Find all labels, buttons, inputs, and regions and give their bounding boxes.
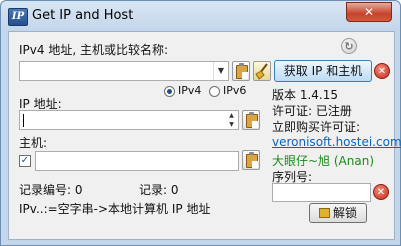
host-checkbox[interactable]: ✓ bbox=[19, 155, 31, 167]
hint-text: IPv..:=空字串->本地计算机 IP 地址 bbox=[19, 202, 211, 216]
unlock-button[interactable]: 解锁 bbox=[309, 203, 367, 223]
clipboard-icon bbox=[236, 65, 248, 79]
record-number: 记录编号: 0 bbox=[19, 183, 83, 197]
serial-input[interactable] bbox=[272, 183, 371, 202]
remove-icon[interactable]: ✕ bbox=[374, 63, 390, 79]
host-label: 主机: bbox=[19, 136, 48, 150]
host-output[interactable] bbox=[35, 151, 239, 171]
website-link[interactable]: veronisoft.hostei.com bbox=[272, 135, 401, 149]
host-dropdown-arrow-icon[interactable]: ▼ bbox=[213, 62, 228, 80]
buy-license-text: 立即购买许可证: bbox=[272, 120, 361, 134]
clear-serial-icon[interactable]: ✕ bbox=[373, 184, 389, 200]
clipboard-icon bbox=[246, 154, 258, 168]
copy-ip-button[interactable] bbox=[242, 110, 260, 130]
host-input-label: IPv4 地址, 主机或比较名称: bbox=[19, 43, 168, 57]
unlock-button-label: 解锁 bbox=[332, 206, 357, 220]
lock-icon bbox=[318, 208, 330, 218]
spin-up-icon[interactable]: ▲ bbox=[226, 112, 237, 120]
window-title: Get IP and Host bbox=[32, 8, 134, 23]
ipv4-radio[interactable] bbox=[164, 86, 175, 97]
clipboard-icon bbox=[246, 114, 258, 128]
main-panel: IPv4 地址, 主机或比较名称: ↻ ▼ 获取 IP 和主机 ✕ IPv4 I… bbox=[8, 31, 401, 240]
refresh-icon[interactable]: ↻ bbox=[341, 38, 357, 54]
app-window: IP Get IP and Host ✕ IPv4 地址, 主机或比较名称: ↻… bbox=[0, 0, 401, 246]
ipv6-radio[interactable] bbox=[209, 86, 220, 97]
app-icon: IP bbox=[8, 8, 28, 26]
broom-icon bbox=[255, 63, 268, 80]
registered-user: 大眼仔~旭 (Anan) bbox=[272, 154, 375, 168]
title-bar: IP Get IP and Host ✕ bbox=[1, 1, 400, 31]
paste-host-button[interactable] bbox=[232, 61, 250, 81]
window-close-button[interactable]: ✕ bbox=[346, 2, 392, 22]
record-count: 记录: 0 bbox=[139, 183, 179, 197]
version-text: 版本 1.4.15 bbox=[272, 88, 338, 102]
copy-host-button[interactable] bbox=[242, 150, 260, 170]
spin-down-icon[interactable]: ▼ bbox=[226, 121, 237, 129]
ip-address-input[interactable]: ▲ ▼ bbox=[19, 110, 239, 130]
license-status: 许可证: 已注册 bbox=[272, 104, 352, 118]
clear-host-button[interactable] bbox=[253, 61, 271, 81]
ipv6-label: IPv6 bbox=[223, 84, 247, 97]
ipv4-label: IPv4 bbox=[178, 84, 202, 97]
host-input[interactable]: ▼ bbox=[19, 61, 229, 81]
get-ip-host-button[interactable]: 获取 IP 和主机 bbox=[274, 60, 372, 82]
text-cursor bbox=[23, 114, 24, 127]
